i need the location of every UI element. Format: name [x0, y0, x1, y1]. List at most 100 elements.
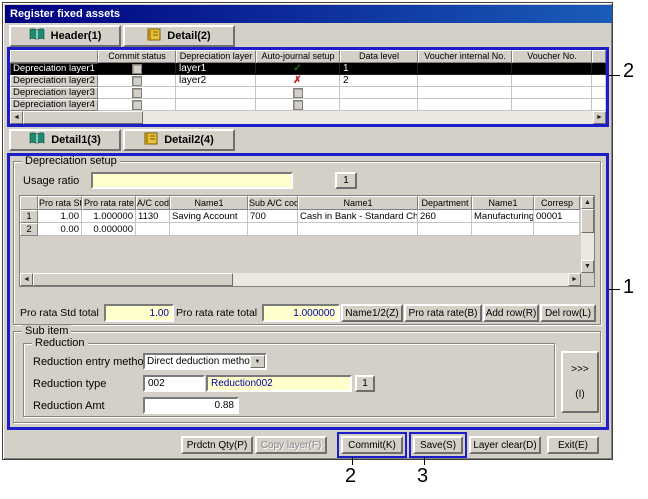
cell[interactable]: 1.00 — [38, 210, 82, 223]
cell-depreciation-layer[interactable]: layer1 — [176, 63, 256, 75]
cell[interactable]: 00001 — [534, 210, 580, 223]
scroll-right-icon[interactable]: ► — [593, 111, 606, 124]
expand-button[interactable]: >>> (I) — [561, 351, 599, 413]
scroll-down-icon[interactable]: ▼ — [581, 260, 594, 273]
cell[interactable] — [170, 223, 248, 236]
cell[interactable] — [534, 223, 580, 236]
scrollbar-track[interactable] — [581, 233, 594, 260]
column-header: Pro rata Std — [38, 196, 82, 210]
tab-detail2[interactable]: Detail2(4) — [123, 129, 235, 151]
commit-status-checkbox[interactable] — [98, 99, 176, 111]
auto-journal-checkbox[interactable] — [256, 99, 340, 111]
cell[interactable] — [248, 223, 298, 236]
usage-ratio-input[interactable] — [91, 172, 293, 189]
copy-layer-button: Copy layer(F) — [255, 436, 327, 454]
cell[interactable] — [136, 223, 170, 236]
row-header[interactable]: 1 — [20, 210, 38, 223]
cell-voucher-no[interactable] — [512, 87, 592, 99]
reduction-entry-method-select[interactable]: Direct deduction method ▼ — [143, 353, 267, 370]
cell[interactable] — [298, 223, 418, 236]
cell-voucher-no[interactable] — [512, 63, 592, 75]
scrollbar-thumb[interactable] — [581, 209, 594, 233]
row-header[interactable]: Depreciation layer2 — [10, 75, 98, 87]
commit-status-checkbox[interactable] — [98, 63, 176, 75]
column-header: Department — [418, 196, 472, 210]
reduction-amt-input[interactable]: 0.88 — [143, 397, 239, 414]
del-row-button[interactable]: Del row(L) — [540, 304, 596, 322]
cell-data-level[interactable] — [340, 99, 418, 111]
cell-depreciation-layer[interactable] — [176, 87, 256, 99]
cell[interactable]: 0.00 — [38, 223, 82, 236]
row-header[interactable]: Depreciation layer4 — [10, 99, 98, 111]
pro-rata-rate-button[interactable]: Pro rata rate(B) — [404, 304, 482, 322]
cell[interactable] — [418, 223, 472, 236]
pro-rata-std-total-field[interactable]: 1.00 — [104, 304, 174, 322]
window-title: Register fixed assets — [10, 8, 120, 20]
layer-grid-hscrollbar[interactable]: ◄ ► — [10, 111, 606, 124]
usage-ratio-lookup-button[interactable]: 1 — [335, 172, 357, 189]
scrollbar-track[interactable] — [233, 273, 568, 286]
commit-button[interactable]: Commit(K) — [341, 436, 403, 454]
cell-voucher-internal-no[interactable] — [418, 99, 512, 111]
cell-data-level[interactable]: 1 — [340, 63, 418, 75]
name12-button[interactable]: Name1/2(Z) — [341, 304, 403, 322]
cell[interactable]: Cash in Bank - Standard Chartered — [298, 210, 418, 223]
scroll-up-icon[interactable]: ▲ — [581, 196, 594, 209]
scrollbar-track[interactable] — [143, 111, 593, 124]
reduction-type-code-input[interactable]: 002 — [143, 375, 205, 392]
pro-rata-grid-vscrollbar[interactable]: ▲ ▼ — [581, 196, 594, 273]
pro-rata-rate-total-field[interactable]: 1.000000 — [262, 304, 340, 322]
reduction-amt-label: Reduction Amt — [33, 400, 105, 412]
cell[interactable]: 260 — [418, 210, 472, 223]
cell-data-level[interactable]: 2 — [340, 75, 418, 87]
cell[interactable]: Saving Account — [170, 210, 248, 223]
add-row-button[interactable]: Add row(R) — [483, 304, 539, 322]
scrollbar-thumb[interactable] — [33, 273, 233, 286]
cell-voucher-no[interactable] — [512, 99, 592, 111]
title-bar[interactable]: Register fixed assets — [5, 5, 612, 23]
checkbox-icon — [293, 100, 303, 110]
row-header[interactable]: Depreciation layer3 — [10, 87, 98, 99]
cell[interactable]: 700 — [248, 210, 298, 223]
tab-label: Detail1(3) — [51, 134, 101, 146]
commit-status-checkbox[interactable] — [98, 87, 176, 99]
cell[interactable]: 1130 — [136, 210, 170, 223]
row-header[interactable]: 2 — [20, 223, 38, 236]
save-button[interactable]: Save(S) — [413, 436, 463, 454]
auto-journal-checkbox[interactable] — [256, 87, 340, 99]
cell-voucher-no[interactable] — [512, 75, 592, 87]
cell-voucher-internal-no[interactable] — [418, 63, 512, 75]
cell-depreciation-layer[interactable] — [176, 99, 256, 111]
production-qty-button[interactable]: Prdctn Qty(P) — [181, 436, 253, 454]
cell[interactable]: 0.000000 — [82, 223, 136, 236]
commit-status-checkbox[interactable] — [98, 75, 176, 87]
scroll-right-icon[interactable]: ► — [568, 273, 581, 286]
column-header: Depreciation layer — [176, 50, 256, 63]
tab-detail[interactable]: Detail(2) — [123, 25, 235, 47]
scroll-left-icon[interactable]: ◄ — [10, 111, 23, 124]
scroll-left-icon[interactable]: ◄ — [20, 273, 33, 286]
selected-option: Direct deduction method — [147, 356, 255, 367]
auto-journal-checkbox[interactable]: ✓ — [256, 63, 340, 75]
cell-voucher-internal-no[interactable] — [418, 75, 512, 87]
cell-data-level[interactable] — [340, 87, 418, 99]
layer-clear-button[interactable]: Layer clear(D) — [469, 436, 541, 454]
cell-voucher-internal-no[interactable] — [418, 87, 512, 99]
auto-journal-checkbox[interactable]: ✗ — [256, 75, 340, 87]
tab-detail1[interactable]: Detail1(3) — [9, 129, 121, 151]
exit-button[interactable]: Exit(E) — [547, 436, 599, 454]
chevron-down-icon[interactable]: ▼ — [250, 355, 265, 368]
reduction-type-name-field[interactable]: Reduction002 — [206, 375, 352, 392]
reduction-type-lookup-button[interactable]: 1 — [355, 375, 375, 392]
pro-rata-grid-hscrollbar[interactable]: ◄ ► — [20, 273, 581, 286]
cell[interactable] — [472, 223, 534, 236]
cell[interactable]: 1.000000 — [82, 210, 136, 223]
cell-depreciation-layer[interactable]: layer2 — [176, 75, 256, 87]
cell[interactable]: Manufacturing — [472, 210, 534, 223]
column-header — [592, 50, 606, 63]
tab-header[interactable]: Header(1) — [9, 25, 121, 47]
scrollbar-thumb[interactable] — [23, 111, 143, 124]
row-header[interactable]: Depreciation layer1 — [10, 63, 98, 75]
group-title: Sub item — [22, 325, 71, 337]
column-header: Corresp — [534, 196, 580, 210]
